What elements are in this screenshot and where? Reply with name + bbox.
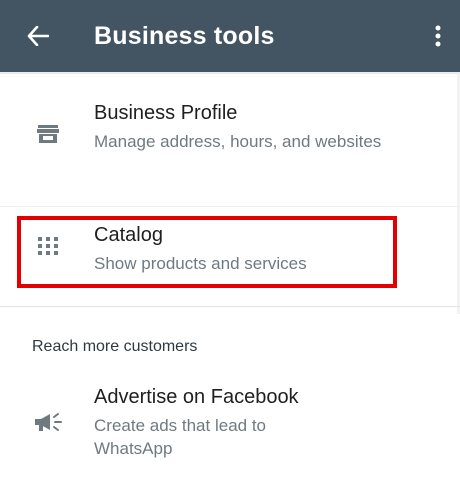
catalog-subtitle: Show products and services — [94, 254, 307, 273]
megaphone-icon — [28, 402, 68, 442]
grid-icon — [28, 226, 68, 266]
business-profile-title: Business Profile — [94, 102, 238, 124]
advertise-facebook-subtitle: Create ads that lead to WhatsApp — [94, 416, 267, 458]
section-header: Reach more customers — [32, 338, 198, 355]
business-profile-item[interactable]: Business Profile Manage address, hours, … — [0, 90, 460, 200]
arrow-left-icon — [27, 26, 49, 46]
business-profile-subtitle: Manage address, hours, and websites — [94, 132, 382, 151]
storefront-icon — [28, 114, 68, 154]
more-vert-icon — [435, 25, 441, 47]
divider — [0, 206, 460, 207]
advertise-facebook-title: Advertise on Facebook — [94, 386, 299, 408]
page-title: Business tools — [94, 22, 275, 50]
section-divider — [0, 306, 460, 307]
app-bar-shadow — [0, 72, 460, 74]
more-options-button[interactable] — [424, 18, 452, 54]
catalog-item[interactable]: Catalog Show products and services — [0, 216, 460, 288]
advertise-facebook-item[interactable]: Advertise on Facebook Create ads that le… — [0, 378, 460, 478]
catalog-title: Catalog — [94, 224, 163, 246]
back-button[interactable] — [20, 18, 56, 54]
app-bar: Business tools — [0, 0, 460, 72]
